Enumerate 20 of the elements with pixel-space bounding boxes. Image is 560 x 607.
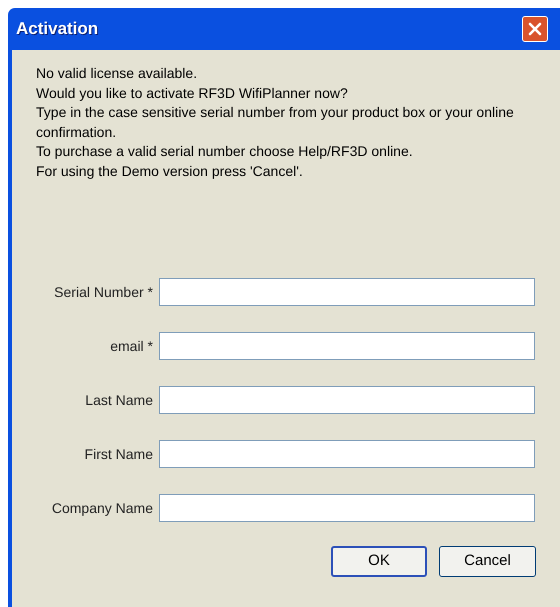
cancel-button[interactable]: Cancel: [439, 546, 536, 577]
field-label: First Name: [84, 444, 154, 464]
input-field[interactable]: [159, 386, 535, 414]
message-line: For using the Demo version press 'Cancel'.: [36, 162, 304, 181]
ok-button[interactable]: OK: [331, 546, 427, 577]
input-field[interactable]: [159, 332, 535, 360]
close-button[interactable]: [522, 16, 548, 42]
field-label: Last Name: [84, 390, 154, 410]
message-line: To purchase a valid serial number choose Help/RF3D online.: [36, 142, 414, 161]
close-icon: [528, 22, 542, 36]
input-field[interactable]: [159, 278, 535, 306]
input-field[interactable]: [159, 440, 535, 468]
field-label: Company Name: [50, 498, 154, 518]
field-label: email *: [109, 336, 154, 356]
message-line: No valid license available.: [36, 64, 198, 83]
input-field[interactable]: [159, 494, 535, 522]
field-label: Serial Number *: [53, 282, 154, 302]
message-line: Would you like to activate RF3D WifiPlanner now?: [36, 84, 349, 103]
window-title: Activation: [16, 18, 98, 40]
message-line: Type in the case sensitive serial number from your product box or your online confirmation.: [36, 103, 515, 142]
